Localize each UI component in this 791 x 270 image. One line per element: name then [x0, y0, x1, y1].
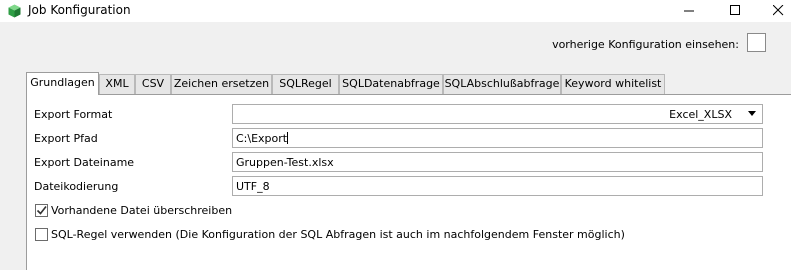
export-dateiname-label: Export Dateiname — [34, 156, 135, 169]
text-cursor — [287, 132, 289, 144]
checkmark-icon — [36, 206, 47, 215]
export-format-label: Export Format — [34, 108, 113, 121]
chevron-down-icon — [748, 111, 756, 116]
tab-csv[interactable]: CSV — [135, 74, 171, 94]
maximize-icon — [730, 5, 740, 15]
tab-zeichen-ersetzen[interactable]: Zeichen ersetzen — [171, 74, 272, 94]
minimize-button[interactable] — [666, 0, 712, 22]
export-dateiname-value: Gruppen-Test.xlsx — [236, 156, 334, 169]
tab-sqlregel[interactable]: SQLRegel — [272, 74, 339, 94]
sql-rule-label: SQL-Regel verwenden (Die Konfiguration d… — [51, 228, 625, 241]
tab-grundlagen[interactable]: Grundlagen — [26, 72, 99, 95]
export-pfad-value: C:\Export — [236, 132, 288, 145]
app-cube-icon — [8, 4, 21, 18]
title-bar: Job Konfiguration — [0, 0, 791, 22]
export-pfad-label: Export Pfad — [34, 132, 98, 145]
export-dateiname-input[interactable]: Gruppen-Test.xlsx — [232, 152, 763, 172]
tab-keyword-whitelist[interactable]: Keyword whitelist — [561, 74, 665, 94]
export-format-value: Excel_XLSX — [669, 108, 732, 121]
maximize-button[interactable] — [712, 0, 758, 22]
dateikodierung-value: UTF_8 — [236, 180, 270, 193]
tab-sqlabschlussabfrage[interactable]: SQLAbschlußabfrage — [443, 74, 561, 94]
dateikodierung-input[interactable]: UTF_8 — [232, 176, 763, 196]
minimize-icon — [684, 10, 694, 12]
tab-sqldatenabfrage[interactable]: SQLDatenabfrage — [339, 74, 443, 94]
dateikodierung-label: Dateikodierung — [34, 180, 119, 193]
window-title: Job Konfiguration — [28, 3, 131, 17]
tab-xml[interactable]: XML — [99, 74, 135, 94]
overwrite-label: Vorhandene Datei überschreiben — [51, 204, 233, 217]
sql-rule-checkbox[interactable] — [35, 228, 48, 241]
close-icon — [773, 5, 784, 16]
export-format-select[interactable]: Excel_XLSX — [232, 104, 763, 124]
prev-config-label: vorherige Konfiguration einsehen: — [552, 38, 739, 51]
prev-config-checkbox[interactable] — [747, 33, 766, 52]
overwrite-checkbox[interactable] — [35, 204, 48, 217]
export-pfad-input[interactable]: C:\Export — [232, 128, 763, 148]
close-button[interactable] — [755, 0, 791, 22]
